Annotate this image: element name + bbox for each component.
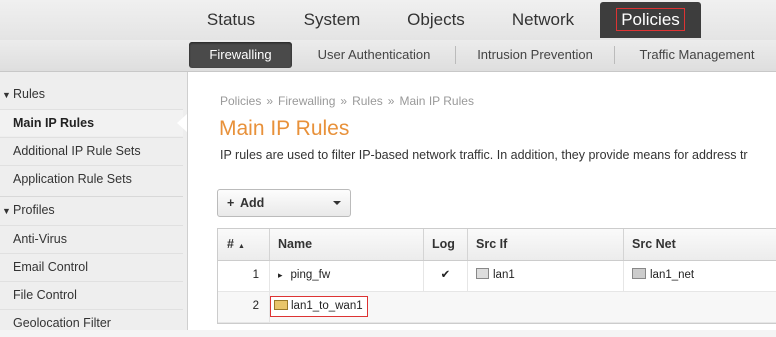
sidebar-item-additional-ip-rule-sets[interactable]: Additional IP Rule Sets	[0, 137, 183, 164]
sidebar-item-geolocation-filter[interactable]: Geolocation Filter	[0, 309, 183, 336]
nav-policies[interactable]: Policies	[600, 2, 701, 38]
sidebar-item-file-control[interactable]: File Control	[0, 281, 183, 308]
sidebar-group-profiles[interactable]: ▼ Profiles	[0, 196, 183, 224]
breadcrumb-separator: »	[340, 94, 348, 108]
breadcrumb-item[interactable]: Policies	[220, 94, 261, 108]
tab-traffic-management[interactable]: Traffic Management	[622, 42, 772, 68]
sidebar-group-rules[interactable]: ▼ Rules	[0, 81, 183, 108]
tab-user-authentication[interactable]: User Authentication	[302, 42, 446, 68]
column-header-name[interactable]: Name	[270, 229, 424, 260]
src-if-value[interactable]: lan1	[493, 269, 515, 281]
top-nav: Status System Objects Network Policies	[0, 0, 776, 40]
breadcrumb-item[interactable]: Firewalling	[278, 94, 335, 108]
add-button-label: Add	[240, 196, 265, 210]
sidebar-group-label: Rules	[13, 87, 45, 101]
tab-firewalling[interactable]: Firewalling	[189, 42, 292, 68]
collapse-triangle-icon: ▼	[2, 206, 11, 216]
network-object-icon	[632, 268, 646, 279]
tab-intrusion-prevention[interactable]: Intrusion Prevention	[463, 42, 607, 68]
active-item-pointer	[177, 114, 187, 132]
main-content: Policies » Firewalling » Rules » Main IP Rules…	[188, 72, 776, 330]
table-row[interactable]: 2 lan1_to_wan1	[218, 292, 776, 323]
nav-system[interactable]: System	[290, 2, 374, 38]
page-title: Main IP Rules	[219, 117, 350, 140]
tab-divider	[614, 46, 615, 64]
sub-nav: Firewalling User Authentication Intrusio…	[0, 40, 776, 72]
row-log: ✔	[424, 261, 468, 291]
nav-policies-label: Policies	[616, 8, 685, 31]
sidebar-item-main-ip-rules[interactable]: Main IP Rules	[0, 109, 183, 136]
tab-divider	[455, 46, 456, 64]
src-net-value[interactable]: lan1_net	[650, 269, 694, 281]
breadcrumb-separator: »	[387, 94, 395, 108]
column-header-log[interactable]: Log	[424, 229, 468, 260]
plus-icon: +	[227, 196, 235, 210]
sort-ascending-icon: ▲	[237, 243, 245, 250]
table-row[interactable]: 1 ▸ ping_fw ✔ lan1 lan1_net	[218, 261, 776, 292]
expand-arrow-icon[interactable]: ▸	[278, 270, 283, 280]
sidebar-item-anti-virus[interactable]: Anti-Virus	[0, 225, 183, 252]
sidebar-item-email-control[interactable]: Email Control	[0, 253, 183, 280]
breadcrumb: Policies » Firewalling » Rules » Main IP Rules	[220, 94, 474, 108]
rule-name[interactable]: ping_fw	[291, 269, 331, 281]
row-number: 2	[218, 292, 270, 322]
folder-icon	[274, 300, 288, 310]
dropdown-caret-icon	[333, 201, 341, 205]
row-number: 1	[218, 261, 270, 291]
collapse-triangle-icon: ▼	[2, 90, 11, 100]
sidebar-item-application-rule-sets[interactable]: Application Rule Sets	[0, 165, 183, 192]
row-src-if: lan1	[468, 261, 624, 291]
add-button[interactable]: + Add	[217, 189, 351, 217]
rule-folder[interactable]: lan1_to_wan1	[270, 296, 368, 317]
table-header: # ▲ Name Log Src If Src Net	[218, 229, 776, 261]
column-header-src-net[interactable]: Src Net	[624, 229, 776, 260]
rules-table: # ▲ Name Log Src If Src Net 1 ▸ ping_fw ✔ …	[217, 228, 776, 324]
page-description: IP rules are used to filter IP-based net…	[220, 148, 748, 162]
interface-icon	[476, 268, 489, 279]
breadcrumb-item[interactable]: Rules	[352, 94, 383, 108]
column-header-number[interactable]: # ▲	[218, 229, 270, 260]
breadcrumb-current: Main IP Rules	[399, 94, 474, 108]
nav-status[interactable]: Status	[193, 2, 269, 38]
nav-objects[interactable]: Objects	[395, 2, 477, 38]
row-src-net: lan1_net	[624, 261, 776, 291]
checkmark-icon: ✔	[440, 269, 451, 281]
nav-network[interactable]: Network	[500, 2, 586, 38]
folder-name: lan1_to_wan1	[291, 300, 363, 312]
column-header-src-if[interactable]: Src If	[468, 229, 624, 260]
breadcrumb-separator: »	[266, 94, 274, 108]
sidebar-group-label: Profiles	[13, 203, 55, 217]
column-header-label: #	[227, 237, 234, 251]
row-name: ▸ ping_fw	[270, 261, 424, 291]
sidebar: ▼ Rules Main IP Rules Additional IP Rule …	[0, 72, 188, 330]
